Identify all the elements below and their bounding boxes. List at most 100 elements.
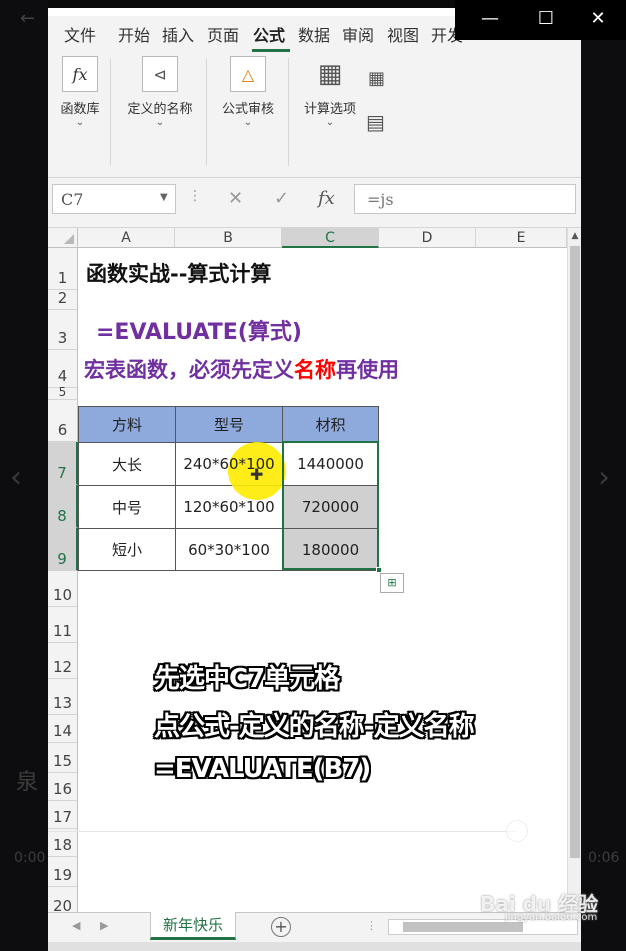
table-cell[interactable]: 1440000 — [282, 442, 379, 486]
row-header[interactable]: 18 — [48, 829, 78, 857]
fx-icon: fx — [62, 56, 98, 92]
excel-window: 文件 开始 插入 页面 公式 数据 审阅 视图 开发 fx 函数库 ⌄ ⊲ 定义… — [48, 8, 581, 951]
chevron-down-icon: ⌄ — [243, 117, 253, 128]
caption-line-3: =EVALUATE(B7) — [154, 754, 371, 784]
separator — [206, 58, 207, 166]
tab-home[interactable]: 开始 — [118, 22, 150, 46]
row-header[interactable]: 11 — [48, 607, 78, 643]
defined-names-label: 定义的名称 — [127, 102, 193, 117]
select-all-corner[interactable] — [48, 228, 78, 248]
table-header-cell[interactable]: 方料 — [78, 406, 176, 443]
quick-analysis-icon[interactable]: ⊞ — [380, 573, 404, 593]
auditing-icon: △ — [230, 56, 266, 92]
row-header[interactable]: 1 — [48, 248, 78, 290]
row-header[interactable]: 13 — [48, 679, 78, 715]
separator — [288, 58, 289, 166]
next-arrow-icon[interactable]: › — [598, 460, 610, 495]
row-header[interactable]: 12 — [48, 643, 78, 679]
table-cell[interactable]: 60*30*100 — [175, 528, 283, 571]
row-header[interactable]: 3 — [48, 310, 78, 350]
name-box[interactable]: C7 — [52, 184, 176, 214]
background-char: 泉 — [16, 770, 39, 795]
table-cell[interactable]: 大长 — [78, 442, 176, 486]
separator — [110, 58, 111, 166]
video-progress-knob[interactable] — [506, 820, 528, 842]
row-header[interactable]: 6 — [48, 400, 78, 442]
calculate-now-icon[interactable]: ▦ — [368, 68, 385, 89]
table-cell[interactable]: 短小 — [78, 528, 176, 571]
column-header-a[interactable]: A — [78, 228, 175, 248]
calc-options-label: 计算选项 — [303, 102, 356, 117]
scroll-up-icon[interactable]: ▲ — [568, 228, 581, 244]
window-titlebar: — ☐ ✕ — [455, 0, 626, 40]
prev-arrow-icon[interactable]: ‹ — [10, 460, 22, 495]
time-total: 0:06 — [588, 850, 620, 866]
row-header[interactable]: 19 — [48, 857, 78, 887]
tab-review[interactable]: 审阅 — [342, 22, 374, 46]
back-arrow-icon[interactable]: ← — [20, 8, 35, 29]
sheet-tab-active[interactable]: 新年快乐 — [150, 912, 236, 940]
tab-file[interactable]: 文件 — [64, 22, 96, 46]
tab-data[interactable]: 数据 — [298, 22, 330, 46]
enter-icon[interactable]: ✓ — [274, 188, 289, 209]
table-cell[interactable]: 720000 — [282, 485, 379, 529]
scroll-thumb[interactable] — [403, 922, 523, 932]
row-header[interactable]: 5 — [48, 385, 78, 400]
row-header[interactable]: 9 — [48, 528, 78, 571]
chevron-down-icon: ⌄ — [75, 117, 85, 128]
close-icon[interactable]: ✕ — [583, 8, 613, 29]
column-header-d[interactable]: D — [379, 228, 476, 248]
chevron-down-icon: ⌄ — [325, 117, 335, 128]
sheet-prev-icon[interactable]: ◀ — [72, 919, 80, 932]
tab-view[interactable]: 视图 — [387, 22, 419, 46]
sheet-title: 函数实战--算式计算 — [86, 262, 272, 286]
formula-input[interactable]: =js — [354, 184, 576, 214]
caption-line-2: 点公式-定义的名称-定义名称 — [154, 712, 475, 742]
insert-function-icon[interactable]: fx — [318, 188, 335, 209]
defined-names-button[interactable]: ⊲ 定义的名称 ⌄ — [120, 56, 200, 128]
background-left — [0, 0, 48, 951]
row-header[interactable]: 4 — [48, 350, 78, 388]
row-header[interactable]: 17 — [48, 801, 78, 829]
row-header[interactable]: 10 — [48, 571, 78, 607]
chevron-down-icon[interactable]: ▼ — [160, 192, 168, 203]
calculate-sheet-icon[interactable]: ▤ — [366, 110, 385, 134]
caption-line-1: 先选中C7单元格 — [154, 664, 340, 694]
scroll-thumb[interactable] — [570, 246, 580, 858]
more-options-icon[interactable]: ⋮ — [188, 188, 202, 204]
minimize-icon[interactable]: — — [475, 8, 505, 29]
chevron-down-icon: ⌄ — [155, 117, 165, 128]
cancel-icon[interactable]: ✕ — [228, 188, 243, 209]
add-sheet-icon[interactable]: + — [271, 917, 291, 937]
worksheet-grid[interactable]: A B C D E 1 2 3 4 5 6 7 8 9 10 11 12 13 … — [48, 228, 567, 918]
column-header-c[interactable]: C — [282, 228, 379, 248]
macro-note: 宏表函数，必须先定义名称再使用 — [84, 354, 399, 384]
row-header[interactable]: 15 — [48, 743, 78, 773]
tab-page-layout[interactable]: 页面 — [207, 22, 239, 46]
column-header-e[interactable]: E — [476, 228, 567, 248]
function-library-button[interactable]: fx 函数库 ⌄ — [54, 56, 106, 128]
row-header[interactable]: 16 — [48, 773, 78, 801]
table-cell[interactable]: 中号 — [78, 485, 176, 529]
table-cell[interactable]: 180000 — [282, 528, 379, 571]
formula-auditing-button[interactable]: △ 公式审核 ⌄ — [214, 56, 282, 128]
more-icon[interactable]: ⋮ — [366, 919, 377, 932]
calc-options-button[interactable]: ▦ 计算选项 ⌄ — [298, 56, 362, 128]
status-bar — [48, 942, 581, 951]
column-header-b[interactable]: B — [175, 228, 282, 248]
row-header[interactable]: 8 — [48, 485, 78, 528]
formula-heading: =EVALUATE(算式) — [96, 320, 302, 345]
macro-note-highlight: 名称 — [294, 358, 336, 382]
vertical-scrollbar[interactable]: ▲ — [567, 228, 581, 918]
table-header-cell[interactable]: 型号 — [175, 406, 283, 443]
table-header-cell[interactable]: 材积 — [282, 406, 379, 443]
sheet-next-icon[interactable]: ▶ — [100, 919, 108, 932]
row-header[interactable]: 7 — [48, 442, 78, 485]
maximize-icon[interactable]: ☐ — [531, 8, 561, 29]
video-progress-line — [48, 831, 518, 832]
tab-insert[interactable]: 插入 — [162, 22, 194, 46]
row-header[interactable]: 2 — [48, 289, 78, 310]
tab-formulas[interactable]: 公式 — [253, 22, 285, 46]
row-header[interactable]: 14 — [48, 715, 78, 743]
cell-b7-text: 240*60*100 — [183, 455, 275, 473]
